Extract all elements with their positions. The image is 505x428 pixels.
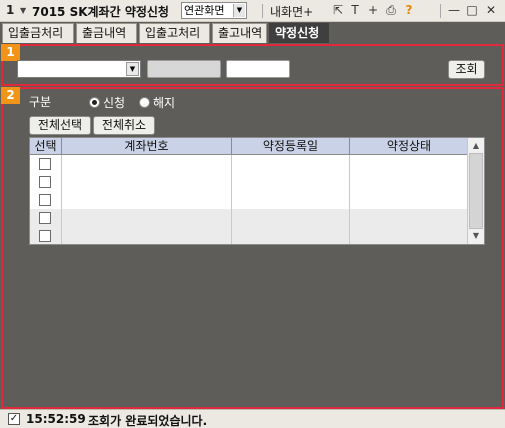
row-checkbox[interactable] (39, 158, 51, 170)
row-checkbox[interactable] (39, 230, 51, 242)
title-bar: 1 ▼ 7015 SK계좌간 약정신청 연관화면 ▼ 내화면+ ⇱ T + ⎙ … (0, 0, 505, 22)
scroll-thumb[interactable] (469, 153, 483, 229)
row-checkbox[interactable] (39, 176, 51, 188)
minimize-icon[interactable]: — (447, 3, 461, 17)
plus-icon: + (303, 5, 314, 19)
add-icon[interactable]: + (366, 3, 380, 17)
chevron-down-icon[interactable]: ▼ (20, 6, 26, 15)
radio-cancel-label: 해지 (153, 96, 176, 110)
table-row[interactable] (30, 227, 468, 244)
chevron-down-icon[interactable]: ▼ (233, 4, 245, 17)
radio-apply[interactable]: 신청 (89, 94, 125, 111)
chevron-down-icon[interactable]: ▼ (468, 229, 484, 243)
tab-stock-out-history[interactable]: 출고내역 (212, 23, 267, 43)
column-divider (61, 155, 62, 244)
cancel-all-button[interactable]: 전체취소 (93, 116, 155, 135)
chevron-down-icon[interactable]: ▼ (126, 62, 139, 76)
tab-agreement-apply[interactable]: 약정신청 (269, 23, 329, 43)
tab-label: 출고내역 (218, 26, 263, 40)
check-icon: ✓ (8, 413, 20, 425)
related-screen-combo-value: 연관화면 (184, 4, 225, 17)
section-badge: 2 (1, 87, 20, 104)
status-bar: ✓ 15:52:59 조회가 완료되었습니다. (0, 409, 505, 428)
status-time: 15:52:59 (26, 412, 86, 426)
related-screen-combo[interactable]: 연관화면 ▼ (181, 2, 247, 19)
link-icon[interactable]: ⇱ (331, 3, 345, 17)
table-row[interactable] (30, 173, 468, 191)
search-button[interactable]: 조회 (448, 60, 485, 79)
column-divider (231, 155, 232, 244)
chevron-up-icon[interactable]: ▲ (468, 139, 484, 153)
table-row[interactable] (30, 155, 468, 173)
account-name-field (147, 60, 221, 78)
tab-label: 입출금처리 (8, 26, 64, 40)
column-header-status[interactable]: 약정상태 (350, 138, 468, 155)
section-badge: 1 (1, 44, 20, 61)
grid-scrollbar[interactable]: ▲ ▼ (467, 138, 484, 244)
table-row[interactable] (30, 191, 468, 209)
row-checkbox[interactable] (39, 212, 51, 224)
column-header-account[interactable]: 계좌번호 (62, 138, 232, 155)
print-icon[interactable]: ⎙ (384, 3, 398, 17)
tab-bar: 입출금처리 출금내역 입출고처리 출고내역 약정신청 (0, 22, 505, 43)
tab-label: 입출고처리 (145, 26, 201, 40)
agreement-grid: 선택 계좌번호 약정등록일 약정상태 ▲ ▼ (29, 137, 485, 245)
row-checkbox[interactable] (39, 194, 51, 206)
password-field[interactable] (226, 60, 290, 78)
separator (262, 4, 263, 18)
radio-dot[interactable] (89, 97, 100, 108)
my-screen-label: 내화면 (270, 5, 304, 19)
font-icon[interactable]: T (348, 3, 362, 17)
table-row[interactable] (30, 209, 468, 227)
my-screen-button[interactable]: 내화면+ (270, 3, 313, 20)
column-header-reg-date[interactable]: 약정등록일 (232, 138, 350, 155)
help-icon[interactable]: ? (402, 3, 416, 17)
separator (440, 4, 441, 18)
column-header-select[interactable]: 선택 (30, 138, 62, 155)
gubun-label: 구분 (29, 95, 52, 109)
tab-deposit-withdraw[interactable]: 입출금처리 (2, 23, 74, 43)
agreement-section: 2 구분 신청 해지 전체선택 전체취소 선택 계좌번호 약정등록일 약정상태 (1, 87, 504, 409)
radio-dot[interactable] (139, 97, 150, 108)
select-all-button[interactable]: 전체선택 (29, 116, 91, 135)
window-title: 7015 SK계좌간 약정신청 (32, 5, 169, 19)
tab-withdraw-history[interactable]: 출금내역 (76, 23, 137, 43)
close-icon[interactable]: ✕ (484, 3, 498, 17)
column-divider (349, 155, 350, 244)
tab-label: 출금내역 (82, 26, 127, 40)
tab-label: 약정신청 (275, 26, 320, 40)
radio-cancel[interactable]: 해지 (139, 94, 175, 111)
tab-stock-in-out[interactable]: 입출고처리 (139, 23, 210, 43)
account-combo[interactable]: ▼ (17, 60, 141, 78)
grid-header: 선택 계좌번호 약정등록일 약정상태 (30, 138, 468, 155)
radio-apply-label: 신청 (103, 96, 126, 110)
status-message: 조회가 완료되었습니다. (88, 414, 208, 428)
search-section: 1 ▼ 조회 (1, 44, 504, 86)
screen-number[interactable]: 1 (6, 3, 14, 17)
maximize-icon[interactable]: □ (465, 3, 479, 17)
